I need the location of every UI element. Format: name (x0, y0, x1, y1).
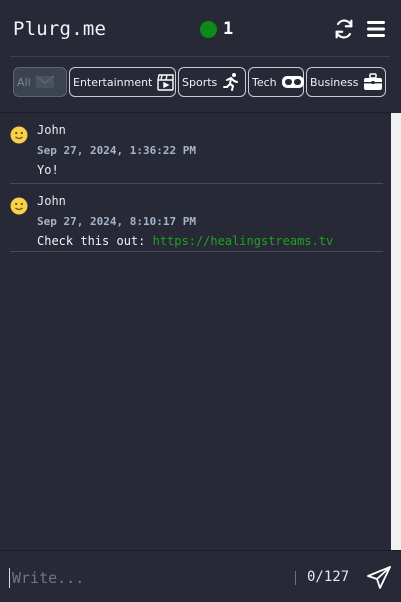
tab-label: All (17, 75, 31, 89)
message-item: John Sep 27, 2024, 1:36:22 PM Yo! (10, 113, 383, 184)
message-timestamp: Sep 27, 2024, 8:10:17 PM (37, 215, 196, 228)
refresh-icon[interactable] (333, 18, 355, 40)
message-text: Yo! (37, 163, 59, 177)
counter-divider (295, 571, 296, 585)
online-status: 1 (200, 19, 233, 39)
online-count: 1 (223, 19, 234, 39)
tab-sports[interactable]: Sports (178, 67, 246, 97)
send-icon[interactable] (366, 565, 392, 591)
tab-label: Tech (252, 75, 277, 89)
message-author: John (37, 194, 66, 208)
message-item: John Sep 27, 2024, 8:10:17 PM Check this… (10, 184, 383, 252)
feed-scrollbar[interactable] (391, 113, 401, 550)
smiley-icon (10, 126, 28, 144)
clapperboard-icon (156, 73, 175, 91)
message-link[interactable]: https://healingstreams.tv (153, 234, 334, 248)
app-header: Plurg.me 1 (0, 0, 401, 58)
tab-label: Entertainment (73, 75, 153, 89)
message-text-body: Check this out: (37, 234, 153, 248)
message-feed[interactable]: John Sep 27, 2024, 1:36:22 PM Yo! John S… (0, 113, 391, 550)
tab-label: Sports (182, 75, 218, 89)
tab-business[interactable]: Business (306, 67, 386, 97)
message-author: John (37, 123, 66, 137)
briefcase-icon (363, 73, 383, 91)
message-input[interactable] (9, 568, 279, 588)
brand-title: Plurg.me (13, 18, 107, 40)
online-indicator-icon (200, 20, 217, 38)
message-timestamp: Sep 27, 2024, 1:36:22 PM (37, 144, 196, 157)
message-text: Check this out: https://healingstreams.t… (37, 234, 333, 248)
smiley-icon (10, 197, 28, 215)
tab-tech[interactable]: Tech (248, 67, 304, 97)
composer: 0/127 (0, 550, 401, 602)
vr-headset-icon (281, 74, 305, 90)
running-icon (221, 72, 241, 92)
tab-all[interactable]: All (13, 67, 67, 97)
header-divider (10, 56, 390, 57)
char-counter: 0/127 (307, 569, 350, 585)
tab-entertainment[interactable]: Entertainment (69, 67, 176, 97)
menu-icon[interactable] (366, 19, 386, 39)
category-tabs: All Entertainment Sports Tech Business (13, 67, 386, 97)
tab-label: Business (310, 75, 359, 89)
envelope-icon (35, 75, 55, 89)
